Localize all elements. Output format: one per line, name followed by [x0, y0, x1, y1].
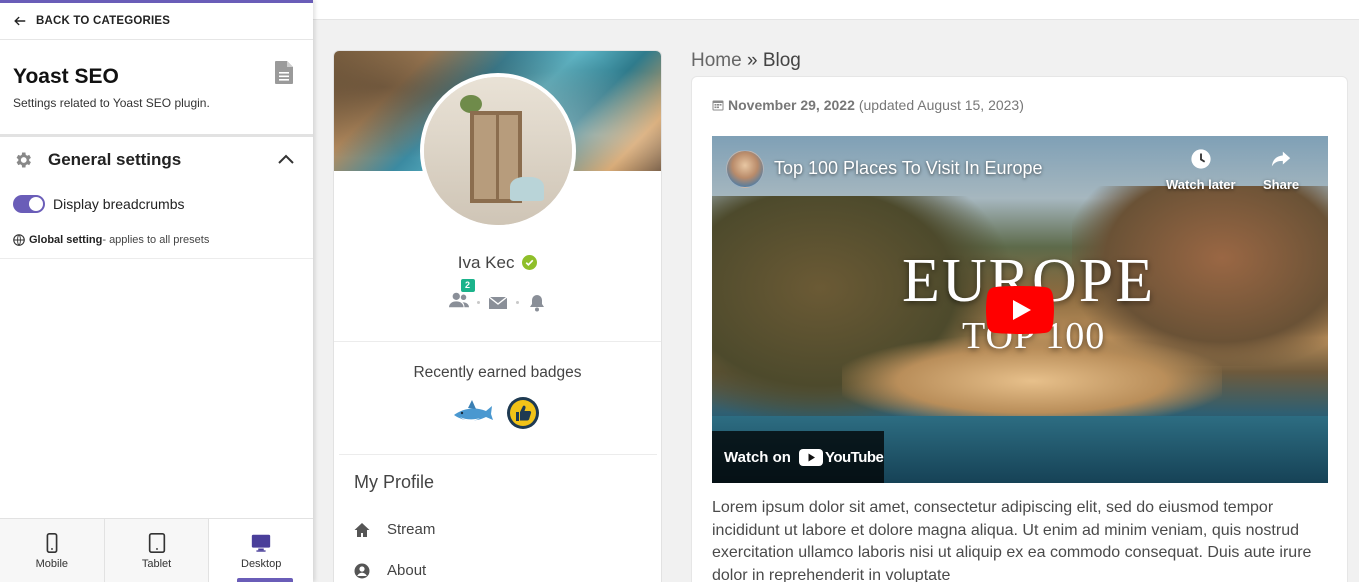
plugin-title: Yoast SEO	[13, 65, 119, 88]
menu-item-about[interactable]: About	[354, 562, 426, 579]
watch-later-button[interactable]: Watch later	[1166, 148, 1236, 192]
clock-icon	[1191, 149, 1211, 169]
badges-list	[334, 396, 661, 430]
separator-dot	[515, 301, 519, 304]
youtube-embed[interactable]: Top 100 Places To Visit In Europe Watch …	[712, 136, 1328, 483]
breadcrumb-home-link[interactable]: Home	[691, 50, 742, 71]
badges-title: Recently earned badges	[413, 364, 582, 381]
video-title[interactable]: Top 100 Places To Visit In Europe	[774, 158, 1043, 179]
back-to-categories-button[interactable]: BACK TO CATEGORIES	[0, 3, 313, 40]
channel-avatar[interactable]	[726, 150, 764, 188]
chevron-up-icon[interactable]	[278, 153, 294, 165]
post-date: November 29, 2022 (updated August 15, 20…	[712, 97, 1024, 113]
users-icon	[448, 292, 469, 308]
separator-dot	[476, 301, 480, 304]
user-circle-icon	[354, 563, 370, 578]
device-tablet-button[interactable]: Tablet	[104, 519, 210, 582]
breadcrumb-separator: »	[741, 50, 763, 71]
youtube-wordmark: YouTube	[824, 448, 884, 466]
arrow-left-icon	[14, 16, 26, 26]
section-title: General settings	[48, 150, 182, 169]
desktop-icon	[252, 534, 271, 552]
profile-name-row: Iva Kec	[334, 253, 661, 273]
breadcrumb-current: Blog	[762, 50, 801, 71]
device-label: Mobile	[35, 557, 69, 570]
share-label: Share	[1263, 177, 1300, 192]
customizer-panel: BACK TO CATEGORIES Yoast SEO Settings re…	[0, 0, 314, 582]
menu-item-label: Stream	[387, 521, 436, 538]
general-settings-section[interactable]: General settings	[0, 137, 313, 183]
published-date: November 29, 2022	[728, 97, 855, 113]
divider	[339, 454, 657, 455]
device-label: Desktop	[241, 557, 282, 570]
breadcrumbs-setting: Display breadcrumbs	[0, 189, 313, 219]
watch-on-label: Watch on	[724, 448, 791, 466]
avatar-photo-scooter	[510, 177, 544, 201]
divider	[334, 341, 661, 342]
device-mobile-button[interactable]: Mobile	[0, 519, 105, 582]
friend-request-count: 2	[460, 279, 475, 292]
device-desktop-button[interactable]: Desktop	[209, 519, 314, 582]
plugin-description: Settings related to Yoast SEO plugin.	[13, 96, 210, 110]
customizer-root: BACK TO CATEGORIES Yoast SEO Settings re…	[0, 0, 1359, 582]
blog-post: November 29, 2022 (updated August 15, 20…	[691, 76, 1348, 582]
display-breadcrumbs-toggle[interactable]	[13, 195, 45, 213]
profile-actions: 2	[334, 279, 661, 314]
share-icon	[1271, 151, 1291, 167]
toggle-knob	[29, 197, 43, 211]
updated-date: (updated August 15, 2023)	[858, 97, 1024, 113]
play-icon[interactable]	[986, 286, 1054, 334]
document-icon[interactable]	[274, 60, 294, 85]
verified-icon	[522, 255, 538, 270]
avatar[interactable]	[420, 73, 576, 229]
tablet-icon	[148, 532, 165, 553]
menu-item-label: About	[387, 562, 427, 579]
global-setting-note: Global setting - applies to all presets	[0, 225, 313, 259]
youtube-icon	[798, 448, 823, 466]
toggle-label: Display breadcrumbs	[53, 196, 185, 212]
my-profile-title: My Profile	[354, 472, 435, 492]
home-icon	[354, 522, 370, 537]
shark-badge-icon[interactable]	[452, 396, 494, 430]
profile-card: Iva Kec 2 Recently earned badges My Prof…	[333, 50, 662, 582]
breadcrumb: Home » Blog	[691, 50, 801, 72]
mobile-icon	[46, 532, 58, 553]
globe-icon	[13, 233, 25, 246]
active-device-indicator	[237, 578, 294, 582]
friend-requests-button[interactable]: 2	[448, 279, 475, 314]
bell-icon[interactable]	[527, 294, 547, 312]
device-label: Tablet	[141, 557, 172, 570]
watch-later-label: Watch later	[1166, 177, 1236, 192]
post-body: Lorem ipsum dolor sit amet, consectetur …	[712, 499, 1312, 582]
global-setting-label: Global setting	[29, 233, 103, 246]
profile-name[interactable]: Iva Kec	[458, 253, 515, 272]
back-label: BACK TO CATEGORIES	[36, 15, 171, 27]
plugin-header: Yoast SEO Settings related to Yoast SEO …	[0, 40, 313, 137]
share-button[interactable]: Share	[1263, 148, 1299, 192]
calendar-icon	[712, 100, 724, 111]
watch-on-youtube-button[interactable]: Watch on YouTube	[712, 431, 884, 483]
thumbs-up-badge-icon[interactable]	[502, 396, 544, 430]
envelope-icon[interactable]	[488, 294, 508, 312]
menu-item-stream[interactable]: Stream	[354, 521, 435, 538]
global-setting-desc: - applies to all presets	[102, 233, 210, 246]
youtube-logo: YouTube	[798, 448, 884, 466]
device-switcher: Mobile Tablet Desktop	[0, 518, 314, 582]
gear-icon	[16, 152, 31, 168]
site-header-bar	[313, 0, 1359, 20]
